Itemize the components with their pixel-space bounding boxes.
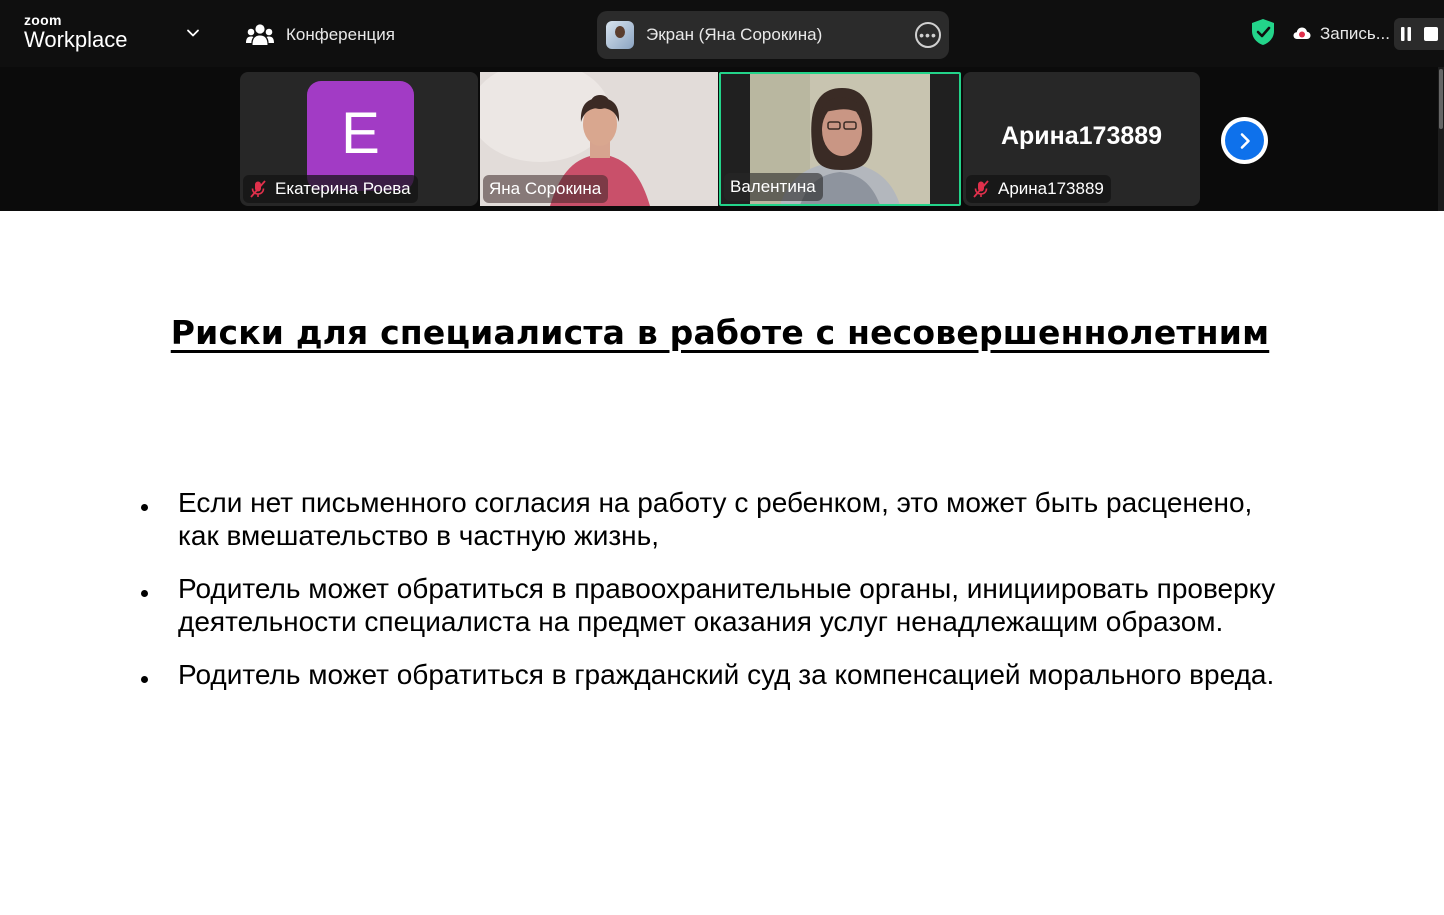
pause-icon: [1401, 27, 1411, 41]
participant-display-name: Арина173889: [1000, 122, 1163, 150]
bullet-dot: [141, 590, 148, 597]
participant-name-label: Яна Сорокина: [483, 175, 609, 203]
mic-muted-icon: [973, 180, 989, 198]
participant-name-label: Арина173889: [966, 175, 1111, 203]
bullet-text: Родитель может обратиться в правоохранит…: [178, 573, 1276, 637]
participant-name: Арина173889: [998, 179, 1104, 198]
pause-recording-button[interactable]: [1394, 18, 1418, 50]
participant-name-label: Екатерина Роева: [243, 175, 418, 203]
participant-name: Яна Сорокина: [489, 179, 602, 198]
next-page-button[interactable]: [1221, 117, 1268, 164]
bullet-text: Родитель может обратиться в гражданский …: [178, 659, 1275, 690]
meeting-label: Конференция: [286, 25, 395, 44]
bullet-dot: [141, 676, 148, 683]
logo-zoom-text: zoom: [24, 12, 62, 28]
bullet-dot: [141, 504, 148, 511]
logo-workplace-text: Workplace: [24, 27, 128, 52]
recording-status[interactable]: Запись...: [1320, 24, 1390, 44]
participant-name-label: Валентина: [724, 173, 823, 201]
more-options-icon[interactable]: •••: [915, 22, 941, 48]
chevron-down-icon[interactable]: [186, 26, 200, 40]
participant-strip: E Екатерина Роева Яна Сорокина Валентина…: [0, 67, 1444, 211]
slide-title: Риски для специалиста в работе с несовер…: [170, 313, 1270, 352]
participant-tile-active-speaker[interactable]: Валентина: [719, 72, 961, 206]
slide-bullet-list: Если нет письменного согласия на работу …: [140, 487, 1300, 713]
shield-check-icon[interactable]: [1250, 18, 1276, 46]
shared-screen-slide: Риски для специалиста в работе с несовер…: [0, 211, 1444, 915]
chevron-right-icon: [1240, 132, 1250, 149]
screen-share-indicator[interactable]: Экран (Яна Сорокина) •••: [597, 11, 949, 59]
stop-recording-button[interactable]: [1418, 18, 1444, 50]
list-item: Родитель может обратиться в гражданский …: [140, 659, 1300, 692]
scrollbar-thumb[interactable]: [1439, 69, 1443, 129]
mic-muted-icon: [250, 180, 266, 198]
participants-icon: [246, 24, 274, 45]
cloud-recording-icon: [1293, 27, 1311, 39]
participant-name: Валентина: [730, 177, 816, 196]
zoom-workplace-logo: zoom Workplace: [24, 13, 128, 51]
list-item: Если нет письменного согласия на работу …: [140, 487, 1300, 552]
sharer-avatar: [606, 21, 634, 49]
strip-scrollbar[interactable]: [1438, 67, 1444, 211]
list-item: Родитель может обратиться в правоохранит…: [140, 573, 1300, 638]
participant-name: Екатерина Роева: [275, 179, 411, 198]
participant-tile[interactable]: E Екатерина Роева: [240, 72, 478, 206]
meeting-info-button[interactable]: Конференция: [246, 22, 395, 48]
share-label: Экран (Яна Сорокина): [646, 25, 823, 44]
bullet-text: Если нет письменного согласия на работу …: [178, 487, 1253, 551]
participant-tile[interactable]: Арина173889 Арина173889: [963, 72, 1200, 206]
participant-tile[interactable]: Яна Сорокина: [480, 72, 718, 206]
stop-icon: [1424, 27, 1438, 41]
top-bar: zoom Workplace Конференция Экран (Яна Со…: [0, 0, 1444, 67]
